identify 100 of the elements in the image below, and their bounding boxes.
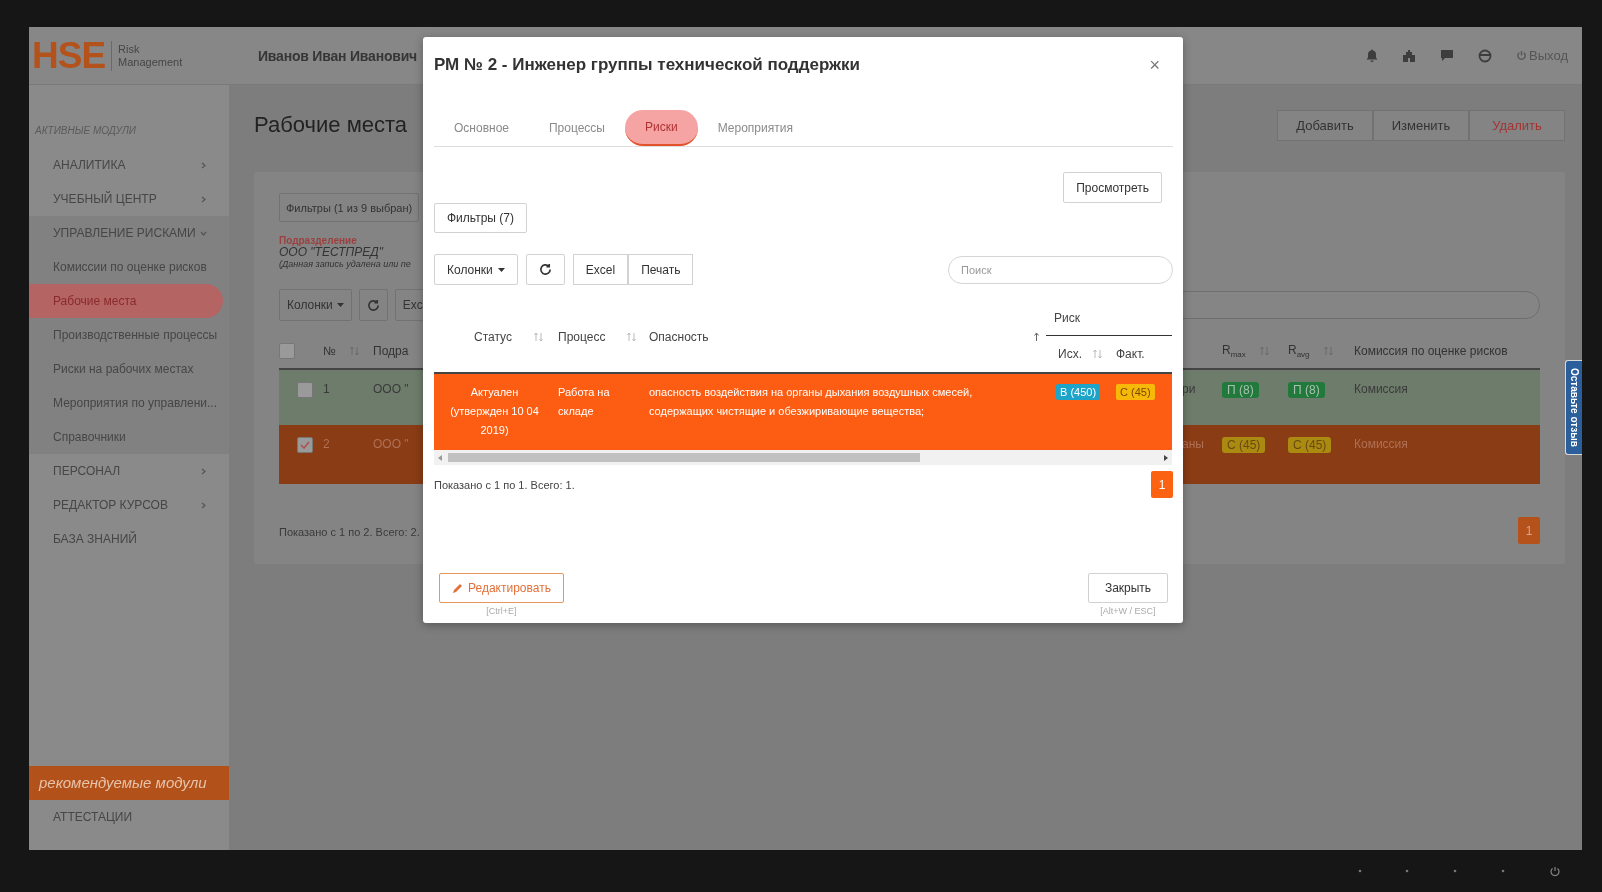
table-cell: аны (1182, 437, 1204, 451)
action-button[interactable]: Изменить (1373, 110, 1469, 141)
refresh-icon (366, 298, 380, 312)
risk-badge: П (8) (1288, 382, 1325, 398)
horizontal-scrollbar[interactable] (434, 450, 1172, 465)
action-button[interactable]: Добавить (1277, 110, 1373, 141)
column-header: Процесс (558, 329, 606, 344)
table-cell: Комиссия (1354, 382, 1408, 396)
department-value: ООО "ТЕСТПРЕД" (279, 246, 385, 259)
tab[interactable]: Процессы (529, 109, 625, 146)
page-title: Рабочие места (254, 111, 408, 139)
check-icon (300, 441, 310, 449)
action-button[interactable]: Удалить (1469, 110, 1565, 141)
logo-mark: HSE (32, 34, 106, 77)
page-button[interactable]: 1 (1518, 517, 1540, 544)
scroll-right-icon[interactable] (1164, 454, 1168, 461)
table-cell: Комиссия (1354, 437, 1408, 451)
sidebar-item[interactable]: Рабочие места (29, 284, 223, 318)
checkbox[interactable] (297, 437, 313, 453)
table-cell: 1 (323, 382, 330, 396)
logo-caption: Management (118, 55, 183, 69)
export-button[interactable]: Печать (628, 254, 694, 285)
risk-badge: В (450) (1056, 384, 1101, 400)
close-button[interactable]: Закрыть (1088, 573, 1168, 603)
dialog-title: РМ № 2 - Инженер группы технической поддержки (434, 55, 861, 75)
sort-icon (533, 331, 543, 342)
shortcut-hint: [Ctrl+E] (486, 606, 517, 616)
chevron-icon (200, 467, 207, 475)
scroll-left-icon[interactable] (438, 454, 442, 461)
bell-icon[interactable] (1366, 49, 1379, 62)
caret-icon (497, 267, 505, 272)
risk-badge: П (8) (1222, 382, 1259, 398)
tab[interactable]: Основное (434, 109, 529, 146)
table-cell: Работа на складе (558, 386, 610, 417)
checkbox[interactable] (279, 343, 295, 359)
sidebar-item[interactable]: УПРАВЛЕНИЕ РИСКАМИ (29, 216, 229, 250)
sort-icon (1093, 349, 1102, 359)
sort-icon (627, 331, 637, 342)
sort-icon (1323, 346, 1333, 356)
edit-button[interactable]: Редактировать (439, 573, 564, 603)
columns-button[interactable]: Колонки (279, 289, 352, 321)
table-cell: 2 (323, 437, 330, 451)
sidebar-item[interactable]: РЕДАКТОР КУРСОВ (29, 488, 229, 522)
building-icon[interactable] (1402, 49, 1417, 62)
table-row[interactable]: Актуален (утвержден 10 04 2019) Работа на складе опасность воздействия на органы дыхания воздушных смесей, содержащих чистящие и обезжиривающие вещества; В (450) С (45) (434, 374, 1172, 450)
tab[interactable]: Мероприятия (697, 109, 813, 146)
department-note: (Данная запись удалена или пе (279, 259, 412, 269)
refresh-icon (538, 263, 552, 276)
chevron-icon (200, 229, 207, 237)
chevron-icon (200, 195, 207, 203)
column-header: Подра (373, 344, 409, 358)
power-icon[interactable] (1516, 50, 1528, 61)
view-button[interactable]: Просмотреть (1063, 172, 1162, 203)
table-cell: ООО " (373, 382, 409, 396)
sidebar-item[interactable]: Справочники (29, 420, 229, 454)
logo-caption: Risk (118, 42, 141, 56)
table-cell: ри (1182, 382, 1196, 396)
filters-button[interactable]: Фильтры (7) (434, 203, 527, 233)
column-header: Риск (1054, 311, 1080, 325)
close-button[interactable]: × (1146, 54, 1163, 76)
columns-button[interactable]: Колонки (434, 254, 518, 285)
pencil-icon (452, 582, 463, 594)
sort-icon (349, 346, 359, 356)
sidebar-item[interactable]: Производственные процессы (29, 318, 229, 352)
feedback-tab[interactable]: Оставьте отзыв (1565, 360, 1582, 455)
risk-badge: С (45) (1116, 384, 1155, 400)
department-label: Подразделение (279, 235, 358, 246)
column-header: Статус (474, 329, 512, 344)
tab[interactable]: Риски (625, 109, 698, 146)
checkbox[interactable] (297, 382, 313, 398)
user-name: Иванов Иван Иванович (258, 47, 417, 64)
export-button[interactable]: Excel (572, 254, 629, 285)
sidebar-item[interactable]: ПЕРСОНАЛ (29, 454, 229, 488)
sidebar-item[interactable]: АТТЕСТАЦИИ (29, 800, 229, 834)
recommended-modules-header: рекомендуемые модули (29, 766, 229, 800)
shortcut-hint: [Alt+W / ESC] (1100, 606, 1156, 616)
column-header: № (323, 344, 336, 358)
sidebar-item[interactable]: УЧЕБНЫЙ ЦЕНТР (29, 182, 229, 216)
column-header: R$_{avg}$ (1288, 342, 1310, 360)
column-header: Исх. (1058, 347, 1082, 361)
chevron-icon (200, 161, 207, 169)
sort-ascending-icon (1033, 331, 1040, 342)
table-cell: ООО " (373, 437, 409, 451)
sidebar-item[interactable]: БАЗА ЗНАНИЙ (29, 522, 229, 556)
risk-badge: С (45) (1222, 437, 1266, 453)
sort-icon (1259, 346, 1269, 356)
table-cell: Актуален (утвержден 10 04 2019) (450, 386, 539, 436)
chevron-icon (200, 501, 207, 509)
page-button[interactable]: 1 (1151, 471, 1173, 498)
comment-icon[interactable] (1440, 49, 1455, 62)
column-header: R$_{max}$ (1222, 342, 1246, 360)
sidebar-item[interactable]: Риски на рабочих местах (29, 352, 229, 386)
filters-button[interactable]: Фильтры (1 из 9 выбран) (279, 193, 420, 222)
sidebar-item[interactable]: АНАЛИТИКА (29, 148, 229, 182)
column-header: Комиссия по оценке рисков (1354, 344, 1508, 358)
caret-icon (336, 303, 344, 307)
table-cell: опасность воздействия на органы дыхания воздушных смесей, содержащих чистящие и обезжиривающие вещества; (649, 386, 973, 417)
sidebar-item[interactable]: Мероприятия по управлени... (29, 386, 229, 420)
column-header: Факт. (1116, 347, 1145, 361)
table-info: Показано с 1 по 1. Всего: 1. (434, 478, 575, 491)
